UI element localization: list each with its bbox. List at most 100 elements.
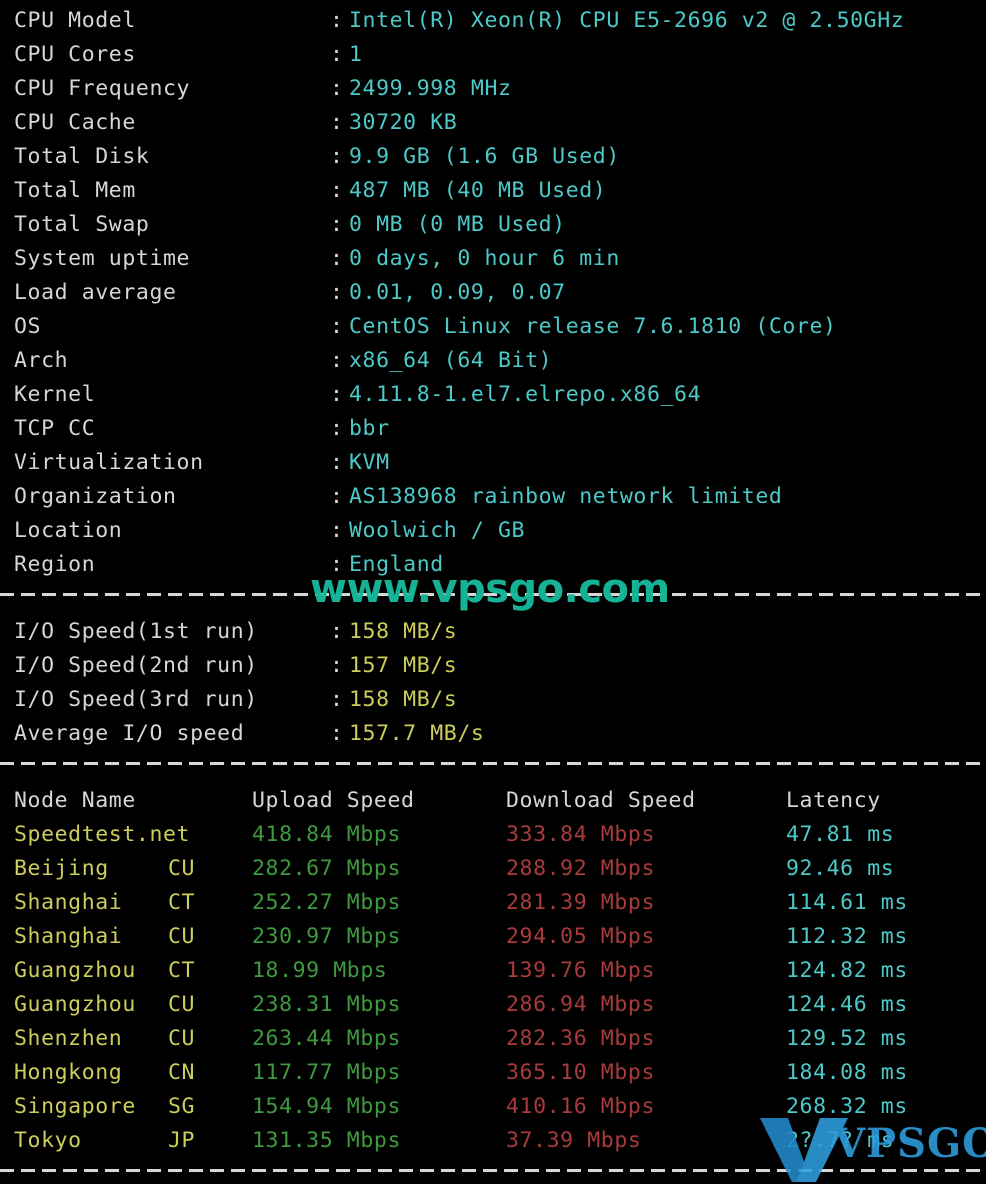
sysinfo-label: Total Swap <box>14 212 150 237</box>
sysinfo-row: OS: CentOS Linux release 7.6.1810 (Core) <box>0 310 986 344</box>
cell-download-speed: 294.05 Mbps <box>506 924 655 949</box>
cell-latency: 129.52 ms <box>786 1026 908 1051</box>
sysinfo-value: England <box>349 552 444 577</box>
sysinfo-row: Total Mem:487 MB (40 MB Used) <box>0 174 986 208</box>
terminal-window: CPU Model: Intel(R) Xeon(R) CPU E5-2696 v… <box>0 0 986 1184</box>
sysinfo-value: Intel(R) Xeon(R) CPU E5-2696 v2 @ 2.50GH… <box>349 8 905 33</box>
cell-carrier-code: JP <box>168 1128 196 1153</box>
table-row: Guangzhou CU 238.31 Mbps 286.94 Mbps 124.46 … <box>0 988 986 1022</box>
iospeed-value: 157.7 MB/s <box>349 721 485 746</box>
table-row: Shenzhen CU 263.44 Mbps 282.36 Mbps 129.52 m… <box>0 1022 986 1056</box>
sysinfo-label: Kernel <box>14 382 96 407</box>
sysinfo-row: Virtualization: KVM <box>0 446 986 480</box>
table-row: Shanghai CT 252.27 Mbps 281.39 Mbps 114.61 m… <box>0 886 986 920</box>
sysinfo-label: CPU Model <box>14 8 136 33</box>
column-header-download-speed: Download Speed <box>506 788 696 813</box>
cell-latency: 92.46 ms <box>786 856 895 881</box>
sysinfo-row: TCP CC: bbr <box>0 412 986 446</box>
sysinfo-row: CPU Cores:1 <box>0 38 986 72</box>
sysinfo-row: Total Swap:0 MB (0 MB Used) <box>0 208 986 242</box>
sysinfo-colon: : <box>330 348 344 373</box>
sysinfo-row: CPU Model: Intel(R) Xeon(R) CPU E5-2696 v… <box>0 4 986 38</box>
sysinfo-colon: : <box>330 144 344 169</box>
cell-upload-speed: 418.84 Mbps <box>252 822 401 847</box>
sysinfo-colon: : <box>330 484 344 509</box>
sysinfo-value: bbr <box>349 416 390 441</box>
table-row: Guangzhou CT 18.99 Mbps 139.76 Mbps 124.82 m… <box>0 954 986 988</box>
sysinfo-label: Region <box>14 552 96 577</box>
cell-download-speed: 288.92 Mbps <box>506 856 655 881</box>
sysinfo-label: TCP CC <box>14 416 96 441</box>
iospeed-value: 157 MB/s <box>349 653 458 678</box>
network-speedtest-table: Node Name Upload Speed Download Speed Laten… <box>0 777 986 1158</box>
sysinfo-value: 0 days, 0 hour 6 min <box>349 246 620 271</box>
sysinfo-value: 1 <box>349 42 363 67</box>
cell-download-speed: 139.76 Mbps <box>506 958 655 983</box>
sysinfo-colon: : <box>330 76 344 101</box>
table-header-row: Node Name Upload Speed Download Speed Laten… <box>0 784 986 818</box>
sysinfo-row: System uptime:0 days, 0 hour 6 min <box>0 242 986 276</box>
sysinfo-colon: : <box>330 280 344 305</box>
column-header-latency: Latency <box>786 788 881 813</box>
iospeed-colon: : <box>330 653 344 678</box>
sysinfo-value: 30720 KB <box>349 110 458 135</box>
sysinfo-colon: : <box>330 382 344 407</box>
separator-rule-3 <box>0 1158 986 1184</box>
sysinfo-colon: : <box>330 212 344 237</box>
cell-latency: 2?.7? ms <box>786 1128 895 1153</box>
cell-latency: 124.46 ms <box>786 992 908 1017</box>
table-row: Speedtest.net 418.84 Mbps 333.84 Mbps 47.81… <box>0 818 986 852</box>
column-header-node-name: Node Name <box>14 788 136 813</box>
sysinfo-colon: : <box>330 178 344 203</box>
cell-latency: 268.32 ms <box>786 1094 908 1119</box>
sysinfo-label: CPU Cores <box>14 42 136 67</box>
sysinfo-label: CPU Cache <box>14 110 136 135</box>
sysinfo-row: Location: Woolwich / GB <box>0 514 986 548</box>
cell-download-speed: 281.39 Mbps <box>506 890 655 915</box>
cell-download-speed: 282.36 Mbps <box>506 1026 655 1051</box>
sysinfo-colon: : <box>330 416 344 441</box>
cell-upload-speed: 282.67 Mbps <box>252 856 401 881</box>
table-row: Beijing CU 282.67 Mbps 288.92 Mbps 92.46 ms <box>0 852 986 886</box>
cell-latency: 184.08 ms <box>786 1060 908 1085</box>
separator-rule-2 <box>0 751 986 777</box>
cell-node-name: Guangzhou <box>14 958 136 983</box>
cell-upload-speed: 154.94 Mbps <box>252 1094 401 1119</box>
cell-carrier-code: CU <box>168 1026 196 1051</box>
sysinfo-label: OS <box>14 314 42 339</box>
sysinfo-value: x86_64 (64 Bit) <box>349 348 553 373</box>
system-info-block: CPU Model: Intel(R) Xeon(R) CPU E5-2696 v… <box>0 0 986 582</box>
cell-carrier-code: CU <box>168 856 196 881</box>
sysinfo-value: 9.9 GB (1.6 GB Used) <box>349 144 620 169</box>
cell-upload-speed: 230.97 Mbps <box>252 924 401 949</box>
iospeed-colon: : <box>330 619 344 644</box>
sysinfo-label: System uptime <box>14 246 191 271</box>
table-row: Singapore SG 154.94 Mbps 410.16 Mbps 268.32 … <box>0 1090 986 1124</box>
sysinfo-value: 2499.998 MHz <box>349 76 512 101</box>
sysinfo-row: CPU Frequency:2499.998 MHz <box>0 72 986 106</box>
sysinfo-label: CPU Frequency <box>14 76 191 101</box>
sysinfo-label: Arch <box>14 348 69 373</box>
cell-carrier-code: CU <box>168 924 196 949</box>
table-row: Hongkong CN 117.77 Mbps 365.10 Mbps 184.08 m… <box>0 1056 986 1090</box>
iospeed-label: I/O Speed(3rd run) <box>14 687 258 712</box>
sysinfo-value: 0.01, 0.09, 0.07 <box>349 280 566 305</box>
iospeed-row: I/O Speed(2nd run):157 MB/s <box>0 649 986 683</box>
cell-upload-speed: 18.99 Mbps <box>252 958 388 983</box>
cell-download-speed: 333.84 Mbps <box>506 822 655 847</box>
cell-node-name: Hongkong <box>14 1060 123 1085</box>
cell-node-name: Tokyo <box>14 1128 82 1153</box>
cell-carrier-code: CT <box>168 958 196 983</box>
iospeed-row: I/O Speed(1st run):158 MB/s <box>0 615 986 649</box>
sysinfo-label: Load average <box>14 280 177 305</box>
sysinfo-colon: : <box>330 552 344 577</box>
sysinfo-row: Organization: AS138968 rainbow network li… <box>0 480 986 514</box>
sysinfo-label: Total Disk <box>14 144 150 169</box>
cell-node-name: Singapore <box>14 1094 136 1119</box>
sysinfo-row: Load average:0.01, 0.09, 0.07 <box>0 276 986 310</box>
cell-node-name: Shanghai <box>14 890 123 915</box>
io-speed-block: I/O Speed(1st run):158 MB/s I/O Speed(2nd… <box>0 608 986 751</box>
cell-carrier-code: CN <box>168 1060 196 1085</box>
cell-upload-speed: 263.44 Mbps <box>252 1026 401 1051</box>
sysinfo-value: KVM <box>349 450 390 475</box>
